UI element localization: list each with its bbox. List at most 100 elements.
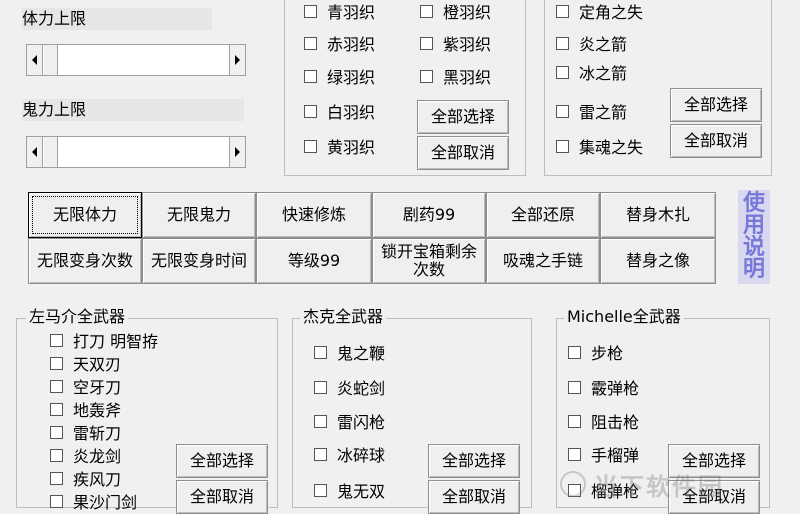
ghost-slider[interactable] — [26, 136, 246, 168]
fast-training-button[interactable]: 快速修炼 — [256, 192, 372, 238]
checkbox-arrow-3[interactable]: 冰之箭 — [556, 61, 627, 83]
infinite-ghost-button[interactable]: 无限鬼力 — [142, 192, 256, 238]
checkbox-feather-1[interactable]: 青羽织 — [304, 0, 375, 22]
checkbox-label: 手榴弹 — [591, 446, 640, 465]
slider-right-arrow-icon[interactable] — [229, 137, 245, 167]
checkbox-label: 炎龙剑 — [73, 447, 122, 466]
help-char: 说 — [742, 235, 765, 260]
checkbox-weapon-s8[interactable]: 果沙门剑 — [50, 490, 137, 512]
checkbox-weapon-j1[interactable]: 鬼之鞭 — [314, 341, 385, 363]
infinite-stamina-button[interactable]: 无限体力 — [28, 192, 142, 238]
checkbox-label: 雷斩刀 — [73, 424, 122, 443]
usage-help-link[interactable]: 使 用 说 明 — [738, 190, 770, 284]
level-99-button[interactable]: 等级99 — [256, 238, 372, 284]
checkbox-weapon-m1[interactable]: 步枪 — [568, 341, 623, 363]
checkbox-label: 霰弹枪 — [591, 379, 640, 398]
checkbox-weapon-m5[interactable]: 榴弹枪 — [568, 479, 639, 501]
michelle-cancel-all-button[interactable]: 全部取消 — [668, 480, 760, 514]
checkbox-feather-6[interactable]: 橙羽织 — [420, 0, 491, 22]
checkbox-label: 步枪 — [591, 344, 624, 363]
stamina-label: 体力上限 — [22, 8, 212, 30]
checkbox-weapon-m3[interactable]: 阻击枪 — [568, 410, 639, 432]
checkbox-label: 紫羽织 — [443, 35, 492, 54]
checkbox-weapon-j2[interactable]: 炎蛇剑 — [314, 376, 385, 398]
jacques-title: 杰克全武器 — [300, 307, 387, 327]
samanosuke-select-all-button[interactable]: 全部选择 — [176, 444, 268, 478]
checkbox-label: 白羽织 — [327, 103, 376, 122]
feather-cancel-all-button[interactable]: 全部取消 — [417, 136, 509, 170]
soul-bracelet-button[interactable]: 吸魂之手链 — [486, 238, 600, 284]
arrow-select-all-button[interactable]: 全部选择 — [670, 88, 762, 122]
checkbox-arrow-2[interactable]: 炎之箭 — [556, 32, 627, 54]
checkbox-arrow-4[interactable]: 雷之箭 — [556, 100, 627, 122]
checkbox-arrow-1[interactable]: 定角之失 — [556, 0, 643, 22]
checkbox-label: 炎蛇剑 — [337, 379, 386, 398]
checkbox-feather-8[interactable]: 黑羽织 — [420, 65, 491, 87]
slider-thumb[interactable] — [44, 137, 58, 167]
checkbox-label: 炎之箭 — [579, 35, 628, 54]
checkbox-label: 果沙门剑 — [73, 493, 138, 512]
michelle-select-all-button[interactable]: 全部选择 — [668, 444, 760, 478]
checkbox-label: 阻击枪 — [591, 413, 640, 432]
checkbox-weapon-s3[interactable]: 空牙刀 — [50, 375, 121, 397]
checkbox-weapon-s4[interactable]: 地轰斧 — [50, 398, 121, 420]
checkbox-weapon-s7[interactable]: 疾风刀 — [50, 467, 121, 489]
checkbox-feather-7[interactable]: 紫羽织 — [420, 32, 491, 54]
feather-select-all-button[interactable]: 全部选择 — [417, 100, 509, 134]
checkbox-weapon-s6[interactable]: 炎龙剑 — [50, 444, 121, 466]
stamina-slider[interactable] — [26, 44, 246, 76]
checkbox-label: 冰之箭 — [579, 64, 628, 83]
help-char: 用 — [742, 213, 765, 238]
checkbox-feather-2[interactable]: 赤羽织 — [304, 32, 375, 54]
slider-right-arrow-icon[interactable] — [229, 45, 245, 75]
samanosuke-cancel-all-button[interactable]: 全部取消 — [176, 480, 268, 514]
checkbox-label: 赤羽织 — [327, 35, 376, 54]
checkbox-label: 鬼之鞭 — [337, 344, 386, 363]
jacques-select-all-button[interactable]: 全部选择 — [428, 444, 520, 478]
checkbox-weapon-j4[interactable]: 冰碎球 — [314, 443, 385, 465]
substitute-doll-button[interactable]: 替身木扎 — [600, 192, 716, 238]
slider-left-arrow-icon[interactable] — [27, 45, 43, 75]
checkbox-label: 天双刃 — [73, 355, 122, 374]
checkbox-weapon-s5[interactable]: 雷斩刀 — [50, 421, 121, 443]
samanosuke-title: 左马介全武器 — [26, 307, 129, 327]
checkbox-weapon-j3[interactable]: 雷闪枪 — [314, 410, 385, 432]
checkbox-weapon-s1[interactable]: 打刀 明智拵 — [50, 329, 158, 351]
checkbox-label: 黄羽织 — [327, 138, 376, 157]
ghost-label: 鬼力上限 — [22, 99, 244, 121]
checkbox-label: 地轰斧 — [73, 401, 122, 420]
checkbox-label: 疾风刀 — [73, 470, 122, 489]
checkbox-feather-5[interactable]: 黄羽织 — [304, 135, 375, 157]
checkbox-label: 鬼无双 — [337, 482, 386, 501]
checkbox-label: 冰碎球 — [337, 446, 386, 465]
checkbox-label: 雷闪枪 — [337, 413, 386, 432]
help-char: 明 — [742, 257, 765, 282]
infinite-transform-time-button[interactable]: 无限变身时间 — [142, 238, 256, 284]
checkbox-label: 榴弹枪 — [591, 482, 640, 501]
help-char: 使 — [742, 191, 765, 216]
potion-99-button[interactable]: 剧药99 — [372, 192, 486, 238]
slider-left-arrow-icon[interactable] — [27, 137, 43, 167]
checkbox-weapon-j5[interactable]: 鬼无双 — [314, 479, 385, 501]
restore-all-button[interactable]: 全部还原 — [486, 192, 600, 238]
checkbox-label: 橙羽织 — [443, 3, 492, 22]
slider-thumb[interactable] — [44, 45, 58, 75]
infinite-transform-count-button[interactable]: 无限变身次数 — [28, 238, 142, 284]
checkbox-arrow-5[interactable]: 集魂之失 — [556, 135, 643, 157]
checkbox-feather-4[interactable]: 白羽织 — [304, 100, 375, 122]
arrow-cancel-all-button[interactable]: 全部取消 — [670, 124, 762, 158]
checkbox-label: 绿羽织 — [327, 68, 376, 87]
checkbox-label: 打刀 明智拵 — [73, 332, 159, 351]
checkbox-label: 青羽织 — [327, 3, 376, 22]
michelle-title: Michelle全武器 — [564, 307, 684, 327]
checkbox-feather-3[interactable]: 绿羽织 — [304, 65, 375, 87]
checkbox-label: 定角之失 — [579, 3, 644, 22]
checkbox-label: 集魂之失 — [579, 138, 644, 157]
checkbox-weapon-m4[interactable]: 手榴弹 — [568, 443, 639, 465]
substitute-statue-button[interactable]: 替身之像 — [600, 238, 716, 284]
checkbox-weapon-m2[interactable]: 霰弹枪 — [568, 376, 639, 398]
checkbox-label: 空牙刀 — [73, 378, 122, 397]
lock-chest-count-button[interactable]: 锁开宝箱剩余次数 — [372, 238, 486, 284]
checkbox-weapon-s2[interactable]: 天双刃 — [50, 352, 121, 374]
jacques-cancel-all-button[interactable]: 全部取消 — [428, 480, 520, 514]
